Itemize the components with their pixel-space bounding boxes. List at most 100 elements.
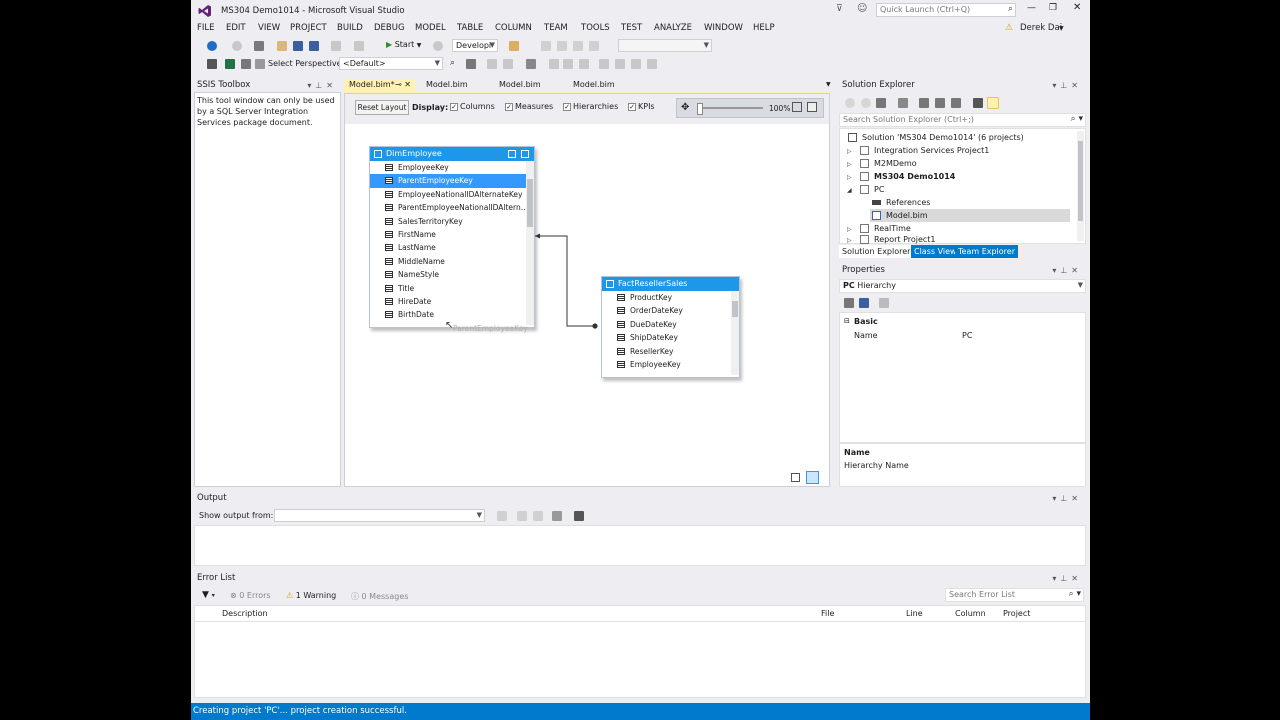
column-header-description[interactable]: Description xyxy=(222,606,268,621)
menu-team[interactable]: TEAM xyxy=(544,23,568,33)
fact-reseller-sales-header[interactable]: FactResellerSales xyxy=(602,277,739,291)
column-row[interactable]: DueDateKey xyxy=(602,318,739,331)
output-pane[interactable] xyxy=(194,525,1086,566)
redo-icon[interactable] xyxy=(354,41,364,51)
decimal-icon[interactable] xyxy=(615,59,625,69)
menu-model[interactable]: MODEL xyxy=(415,23,446,33)
dim-employee-header[interactable]: DimEmployee xyxy=(370,147,534,161)
open-file-icon[interactable] xyxy=(277,41,287,51)
collapse-arrow-icon[interactable]: ◢ xyxy=(847,187,852,194)
uncomment-icon[interactable] xyxy=(557,41,567,51)
menu-analyze[interactable]: ANALYZE xyxy=(654,23,692,33)
save-all-icon[interactable] xyxy=(309,41,319,51)
tab-solution-explorer[interactable]: Solution Explorer xyxy=(839,245,914,258)
column-row[interactable]: NameStyle xyxy=(370,268,534,281)
grid-icon[interactable] xyxy=(241,59,251,69)
show-all-files-icon[interactable] xyxy=(951,98,961,108)
expand-arrow-icon[interactable]: ▷ xyxy=(847,161,852,168)
indent-icon[interactable] xyxy=(573,41,583,51)
tree-scrollbar[interactable] xyxy=(1077,131,1084,241)
solution-search-input[interactable]: Search Solution Explorer (Ctrl+;) ⌕ ▾ xyxy=(839,113,1086,127)
forward-icon[interactable] xyxy=(861,98,871,108)
column-row-selected[interactable]: ParentEmployeeKey xyxy=(370,174,534,188)
properties-object-selector[interactable]: PC Hierarchy ▼ xyxy=(839,279,1086,293)
format-icon[interactable] xyxy=(599,59,609,69)
column-row[interactable]: ShipDateKey xyxy=(602,331,739,344)
feedback-icon[interactable]: ☺ xyxy=(857,3,867,14)
tree-item-m2mdemo[interactable]: M2MDemo xyxy=(874,159,917,168)
column-row[interactable]: OrderDateKey xyxy=(602,304,739,317)
column-row[interactable]: FirstName xyxy=(370,228,534,241)
back-icon[interactable] xyxy=(845,98,855,108)
menu-file[interactable]: FILE xyxy=(197,23,215,33)
sort-desc-icon[interactable] xyxy=(503,59,513,69)
column-row[interactable]: ResellerKey xyxy=(602,345,739,358)
table-dim-employee[interactable]: DimEmployee EmployeeKey ParentEmployeeKe… xyxy=(369,146,535,328)
tab-overflow-icon[interactable]: ▼ xyxy=(826,81,831,88)
currency-icon[interactable] xyxy=(647,59,657,69)
perspective-dropdown[interactable]: <Default> ▼ xyxy=(339,57,443,70)
notification-warning-icon[interactable]: ⚠ xyxy=(1005,23,1013,33)
attach-icon[interactable] xyxy=(433,41,443,51)
filter-icon[interactable]: ⊽ xyxy=(836,4,843,14)
properties-wrench-icon[interactable] xyxy=(973,98,983,108)
column-row[interactable]: MiddleName xyxy=(370,255,534,268)
tab-model-bim-2[interactable]: Model.bim xyxy=(421,79,473,91)
sync-icon[interactable] xyxy=(898,98,908,108)
menu-tools[interactable]: TOOLS xyxy=(581,23,610,33)
expand-arrow-icon[interactable]: ▷ xyxy=(847,148,852,155)
menu-debug[interactable]: DEBUG xyxy=(374,23,405,33)
save-icon[interactable] xyxy=(293,41,303,51)
word-wrap-icon[interactable] xyxy=(574,511,584,521)
comment-icon[interactable] xyxy=(541,41,551,51)
column-row[interactable]: SalesTerritoryKey xyxy=(370,215,534,228)
excel-icon[interactable] xyxy=(225,59,235,69)
undo-icon[interactable] xyxy=(331,41,341,51)
column-header-line[interactable]: Line xyxy=(906,606,923,621)
outdent-icon[interactable] xyxy=(589,41,599,51)
property-pages-icon[interactable] xyxy=(879,298,889,308)
output-source-dropdown[interactable]: ▼ xyxy=(274,509,485,522)
panel-pin-close-icon[interactable]: ▾⊥✕ xyxy=(1052,79,1082,92)
quick-launch-input[interactable]: Quick Launch (Ctrl+Q) ⌕ xyxy=(876,3,1016,17)
filter-dropdown-icon[interactable]: ▼ ▾ xyxy=(202,590,215,600)
tree-item-integration-services[interactable]: Integration Services Project1 xyxy=(874,146,989,155)
menu-column[interactable]: COLUMN xyxy=(495,23,532,33)
column-row[interactable]: Title xyxy=(370,282,534,295)
clear-sort-icon[interactable] xyxy=(563,59,573,69)
tree-item-report-project[interactable]: Report Project1 xyxy=(874,235,936,244)
home-icon[interactable] xyxy=(876,98,886,108)
next-message-icon[interactable] xyxy=(517,511,527,521)
tree-item-references[interactable]: References xyxy=(886,198,930,207)
tab-model-bim-active[interactable]: Model.bim* ⊸ ✕ xyxy=(344,79,415,91)
property-value[interactable]: PC xyxy=(962,331,972,340)
percent-icon[interactable] xyxy=(631,59,641,69)
start-button[interactable]: ▶ Start ▼ xyxy=(386,40,421,49)
column-header-file[interactable]: File xyxy=(821,606,834,621)
tab-pin-close-icon[interactable]: ⊸ ✕ xyxy=(395,79,411,91)
scroll-thumb[interactable] xyxy=(1078,141,1083,221)
scroll-thumb[interactable] xyxy=(527,179,533,227)
menu-window[interactable]: WINDOW xyxy=(704,23,743,33)
tab-class-view[interactable]: Class View xyxy=(911,245,960,258)
menu-help[interactable]: HELP xyxy=(753,23,775,33)
new-project-icon[interactable] xyxy=(254,41,264,51)
column-header-project[interactable]: Project xyxy=(1003,606,1030,621)
sum-icon[interactable] xyxy=(255,59,265,69)
collapse-icon[interactable] xyxy=(508,150,516,158)
configuration-dropdown[interactable]: Developi ▼ xyxy=(452,39,498,52)
scroll-thumb[interactable] xyxy=(732,301,738,317)
tree-item-pc[interactable]: PC xyxy=(874,185,884,194)
tab-team-explorer[interactable]: Team Explorer xyxy=(955,245,1018,258)
clear-filter-icon[interactable] xyxy=(549,59,559,69)
calculator-icon[interactable] xyxy=(466,59,476,69)
tree-item-solution[interactable]: Solution 'MS304 Demo1014' (6 projects) xyxy=(862,133,1024,142)
menu-edit[interactable]: EDIT xyxy=(226,23,246,33)
column-row[interactable]: ProductKey xyxy=(602,291,739,304)
collapse-all-icon[interactable] xyxy=(935,98,945,108)
sort-asc-icon[interactable] xyxy=(487,59,497,69)
search-icon[interactable]: ⌕ xyxy=(450,58,455,68)
menu-table[interactable]: TABLE xyxy=(457,23,483,33)
refresh-icon[interactable] xyxy=(579,59,589,69)
column-row[interactable]: EmployeeNationalIDAlternateKey xyxy=(370,188,534,201)
